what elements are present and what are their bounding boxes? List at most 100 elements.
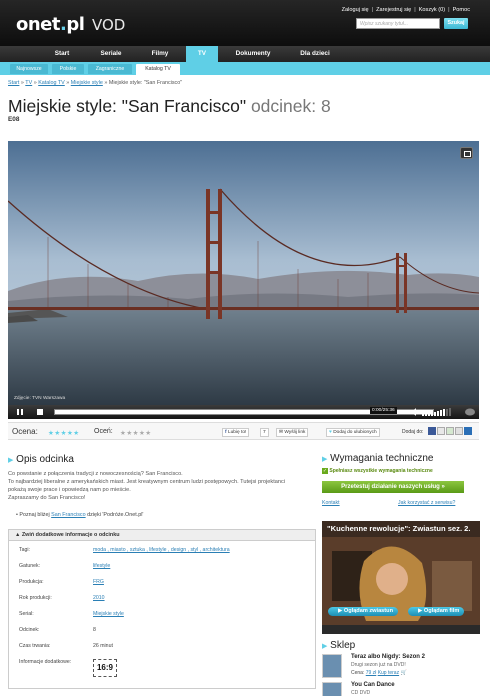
- stop-icon[interactable]: [36, 408, 44, 416]
- description-line: To najbardziej liberalne z amerykańskich…: [8, 479, 286, 485]
- delicious-icon[interactable]: [464, 427, 472, 435]
- rate-label: Oceń:: [94, 428, 113, 435]
- description-text: Co powstanie z połączenia tradycji z now…: [8, 470, 313, 502]
- register-link[interactable]: Zarejestruj się: [376, 7, 411, 13]
- shop-item[interactable]: You Can Dance CD DVD: [322, 682, 482, 696]
- facebook-share-icon[interactable]: [428, 427, 436, 435]
- photo-credit: Zdjęcie: TVN Warszawa: [14, 396, 66, 401]
- bookmark-icon[interactable]: [446, 427, 454, 435]
- subtab-zagraniczne[interactable]: Zagraniczne: [88, 64, 132, 74]
- top-links: Zaloguj się | Zarejestruj się | Koszyk (…: [342, 7, 470, 13]
- description-line: pokażą swoje prace i opowiedzą nam po mi…: [8, 487, 131, 493]
- requirements-heading-text: Wymagania techniczne: [330, 453, 434, 464]
- info-key: Produkcja:: [19, 579, 44, 585]
- bullet-text: Poznaj bliżej: [19, 512, 52, 518]
- tab-start[interactable]: Start: [44, 46, 80, 62]
- test-services-button[interactable]: Przetestuj działanie naszych usług »: [322, 481, 464, 493]
- contact-link[interactable]: Kontakt: [322, 500, 340, 506]
- search-button[interactable]: Szukaj: [444, 18, 468, 29]
- watch-film-label: Oglądam film: [423, 608, 460, 614]
- title-text: Miejskie style: "San Francisco": [8, 96, 247, 116]
- video-player[interactable]: Zdjęcie: TVN Warszawa: [8, 141, 479, 405]
- info-value: 26 minut: [93, 643, 113, 649]
- watch-trailer-label: Oglądam zwiastun: [343, 608, 393, 614]
- requirements-heading: ▶ Wymagania techniczne: [322, 453, 433, 464]
- aspect-ratio-badge: 16:9: [93, 659, 117, 677]
- add-to-label: Dodaj do:: [402, 429, 424, 435]
- trailer-box[interactable]: "Kuchenne rewolucje": Zwiastun sez. 2. ▶…: [322, 521, 480, 634]
- subtab-najnowsze[interactable]: Najnowsze: [10, 64, 48, 74]
- add-favorites-button[interactable]: ♥ Dodaj do ulubionych: [326, 428, 380, 437]
- digg-icon[interactable]: [455, 427, 463, 435]
- episode-label: odcinek: 8: [250, 96, 331, 116]
- arrow-icon: ▶: [322, 643, 328, 650]
- cart-icon[interactable]: 🛒: [400, 670, 406, 676]
- info-value: 8: [93, 627, 96, 633]
- info-key: Rok produkcji:: [19, 595, 52, 601]
- info-toggle[interactable]: ▲ Zwiń dodatkowe informacje o odcinku: [9, 530, 315, 541]
- price-value[interactable]: 79 zł: [366, 670, 377, 676]
- breadcrumb-katalog[interactable]: Katalog TV: [38, 80, 65, 86]
- trailer-image: [322, 521, 480, 634]
- shop-item[interactable]: Teraz albo Nigdy: Sezon 2 Drugi sezon ju…: [322, 654, 482, 680]
- send-link-label: Wyślij link: [284, 430, 306, 435]
- tab-tv[interactable]: TV: [186, 46, 218, 62]
- description-heading: ▶ Opis odcinka: [8, 454, 74, 465]
- watch-trailer-button[interactable]: ▶ Oglądam zwiastun: [328, 607, 398, 616]
- production-link[interactable]: FRG: [93, 579, 104, 585]
- trailer-controls[interactable]: [322, 625, 480, 634]
- help-link[interactable]: Pomoc: [453, 7, 470, 13]
- cart-link[interactable]: Koszyk (0): [419, 7, 445, 13]
- breadcrumb-tv[interactable]: TV: [25, 80, 32, 86]
- series-link[interactable]: Miejskie style: [93, 611, 124, 617]
- buy-now-link[interactable]: Kup teraz: [378, 670, 399, 676]
- tab-filmy[interactable]: Filmy: [142, 46, 178, 62]
- send-icon: ✉: [279, 430, 284, 435]
- breadcrumb-series[interactable]: Miejskie style: [71, 80, 103, 86]
- tab-dokumenty[interactable]: Dokumenty: [226, 46, 280, 62]
- description-line: Zapraszamy do San Francisco!: [8, 495, 86, 501]
- episode-code: E08: [8, 116, 20, 123]
- shop-item-name[interactable]: You Can Dance: [351, 682, 395, 688]
- speaker-icon[interactable]: [410, 408, 420, 416]
- search-input[interactable]: Wpisz szukany tytuł...: [356, 18, 440, 29]
- site-header: onet.pl VOD Zaloguj się | Zarejestruj si…: [0, 0, 490, 46]
- onet-logo[interactable]: onet.pl: [16, 14, 85, 35]
- san-francisco-link[interactable]: San Francisco: [51, 512, 85, 518]
- year-link[interactable]: 2010: [93, 595, 105, 601]
- shop-item-sub: CD DVD: [351, 690, 371, 696]
- subtab-polskie[interactable]: Polskie: [52, 64, 84, 74]
- volume-slider[interactable]: [422, 408, 456, 416]
- rate-stars[interactable]: ★★★★★: [120, 429, 152, 437]
- separator: |: [448, 7, 450, 13]
- how-to-link[interactable]: Jak korzystać z serwisu?: [398, 500, 455, 506]
- like-button[interactable]: f Lubię to!: [222, 428, 250, 437]
- tags-links[interactable]: moda , miasto , sztuka , lifestyle , des…: [93, 547, 230, 553]
- facebook-icon: f: [225, 430, 227, 435]
- send-link-button[interactable]: ✉ Wyślij link: [276, 428, 309, 437]
- separator: |: [371, 7, 374, 13]
- arrow-icon: ▶: [322, 456, 328, 463]
- episode-info-panel: ▲ Zwiń dodatkowe informacje o odcinku Ta…: [8, 529, 316, 689]
- login-link[interactable]: Zaloguj się: [342, 7, 369, 13]
- rating-label: Ocena:: [12, 427, 38, 436]
- breadcrumb-sep: »: [66, 80, 70, 86]
- bullet-text: dzięki 'Podróże.Onet.pl': [85, 512, 144, 518]
- sub-nav: Najnowsze Polskie Zagraniczne Katalog TV: [0, 62, 490, 75]
- requirements-ok: ✓ Spełniasz wszystkie wymagania technicz…: [322, 468, 433, 474]
- tab-dla-dzieci[interactable]: Dla dzieci: [290, 46, 340, 62]
- trailer-title: "Kuchenne rewolucje": Zwiastun sez. 2.: [327, 524, 471, 533]
- fullscreen-icon[interactable]: [460, 147, 473, 159]
- share-icon[interactable]: [437, 427, 445, 435]
- genre-link[interactable]: lifestyle: [93, 563, 110, 569]
- play-icon: ▶: [418, 608, 423, 614]
- pause-icon[interactable]: [16, 408, 24, 416]
- heart-icon: ♥: [329, 430, 332, 435]
- vod-label: VOD: [92, 16, 126, 34]
- subtab-katalog-tv[interactable]: Katalog TV: [136, 64, 180, 75]
- breadcrumb-start[interactable]: Start: [8, 80, 19, 86]
- shop-item-name[interactable]: Teraz albo Nigdy: Sezon 2: [351, 654, 425, 660]
- tab-seriale[interactable]: Seriale: [92, 46, 130, 62]
- watch-film-button[interactable]: ▶ Oglądam film: [408, 607, 465, 616]
- chat-icon[interactable]: [464, 408, 476, 416]
